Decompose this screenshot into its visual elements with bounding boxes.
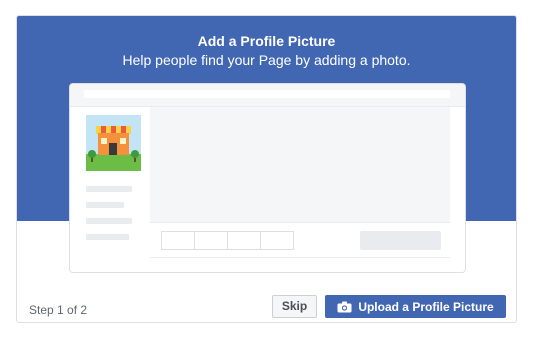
placeholder-line xyxy=(86,186,132,192)
preview-cover-area xyxy=(150,107,450,222)
placeholder-line xyxy=(86,202,124,208)
dialog-footer: Step 1 of 2 Skip Upload a Profile Pictur… xyxy=(17,221,516,322)
camera-icon xyxy=(337,301,352,312)
storefront-avatar-illustration xyxy=(86,115,141,171)
upload-button-label: Upload a Profile Picture xyxy=(358,299,494,314)
tree-shape xyxy=(131,150,139,158)
skip-button[interactable]: Skip xyxy=(272,295,317,318)
step-indicator: Step 1 of 2 xyxy=(29,303,88,317)
window-shape xyxy=(101,138,107,144)
upload-profile-picture-button[interactable]: Upload a Profile Picture xyxy=(325,295,506,318)
preview-search-bar xyxy=(84,90,450,98)
window-shape xyxy=(120,138,126,144)
tree-shape xyxy=(88,150,96,158)
dialog-subtitle: Help people find your Page by adding a p… xyxy=(122,52,411,68)
preview-topbar xyxy=(70,84,465,107)
door-shape xyxy=(109,143,117,155)
dialog-title: Add a Profile Picture xyxy=(197,33,336,49)
profile-picture-dialog: Add a Profile Picture Help people find y… xyxy=(16,15,517,323)
